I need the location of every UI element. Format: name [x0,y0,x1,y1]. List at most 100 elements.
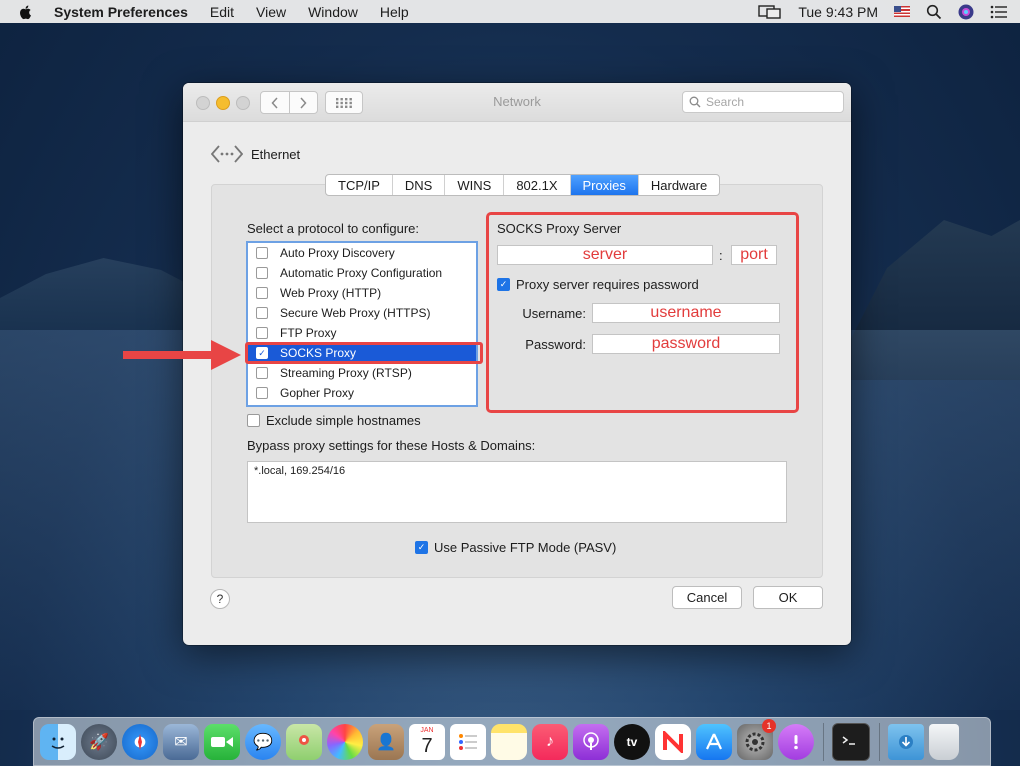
bypass-label: Bypass proxy settings for these Hosts & … [247,438,536,453]
photos-icon[interactable] [327,723,363,760]
red-arrow-annotation [123,340,241,370]
port-separator: : [719,248,723,263]
requires-password-option[interactable]: ✓ Proxy server requires password [497,277,699,292]
passive-ftp-option[interactable]: ✓ Use Passive FTP Mode (PASV) [415,540,616,555]
app-store-a-icon [706,733,722,749]
requires-password-label: Proxy server requires password [516,277,699,292]
passive-ftp-label: Use Passive FTP Mode (PASV) [434,540,617,555]
apple-tv-icon[interactable]: tv [614,723,650,760]
input-source-flag-icon[interactable] [894,6,910,17]
podcast-icon [583,731,599,750]
news-icon[interactable] [655,723,691,760]
menu-view[interactable]: View [256,4,286,20]
search-placeholder: Search [706,95,745,109]
protocol-checkbox[interactable] [256,327,268,339]
protocol-item-secure-web-proxy[interactable]: Secure Web Proxy (HTTPS) [248,303,476,323]
gear-icon [745,732,765,751]
protocol-checkbox[interactable] [256,267,268,279]
tab-bar: TCP/IP DNS WINS 802.1X Proxies Hardware [325,174,721,196]
siri-icon[interactable] [958,4,974,20]
trash-icon[interactable] [929,723,959,760]
notes-icon[interactable] [491,723,527,760]
messages-icon[interactable]: 💬 [245,723,281,760]
downloads-folder-icon[interactable] [888,723,924,760]
socks-server-title: SOCKS Proxy Server [497,221,622,236]
protocol-item-streaming-proxy[interactable]: Streaming Proxy (RTSP) [248,363,476,383]
facetime-icon[interactable] [204,723,240,760]
search-field[interactable]: Search [682,91,844,113]
protocol-label: FTP Proxy [280,326,337,340]
launchpad-icon[interactable]: 🚀 [81,723,117,760]
apple-icon[interactable] [18,4,34,20]
username-field[interactable]: username [592,303,780,323]
podcasts-icon[interactable] [573,723,609,760]
interface-header: Ethernet [211,144,300,164]
protocol-checkbox[interactable] [256,387,268,399]
terminal-icon[interactable] [832,722,870,761]
tab-8021x[interactable]: 802.1X [504,175,571,195]
protocol-item-web-proxy[interactable]: Web Proxy (HTTP) [248,283,476,303]
notification-badge: 1 [762,718,776,733]
protocol-item-auto-discovery[interactable]: Auto Proxy Discovery [248,243,476,263]
menu-help[interactable]: Help [380,4,409,20]
protocol-checkbox[interactable] [256,307,268,319]
protocol-item-gopher-proxy[interactable]: Gopher Proxy [248,383,476,403]
maps-icon[interactable] [286,723,322,760]
exclude-label: Exclude simple hostnames [266,413,421,428]
spotlight-search-icon[interactable] [926,4,942,20]
mail-icon[interactable]: ✉ [163,723,199,760]
tab-tcpip[interactable]: TCP/IP [326,175,393,195]
bypass-hosts-textarea[interactable]: *.local, 169.254/16 [247,461,787,523]
interface-name: Ethernet [251,146,301,162]
protocol-label: Secure Web Proxy (HTTPS) [280,306,431,320]
password-label: Password: [525,337,586,352]
protocol-checkbox[interactable] [256,367,268,379]
requires-password-checkbox[interactable]: ✓ [497,278,510,291]
ethernet-icon [211,145,243,163]
protocol-item-auto-config[interactable]: Automatic Proxy Configuration [248,263,476,283]
map-pin-icon [299,734,309,745]
tab-wins[interactable]: WINS [445,175,505,195]
news-n-icon [663,730,683,753]
menu-app-name[interactable]: System Preferences [54,4,188,20]
tab-proxies[interactable]: Proxies [570,175,639,195]
password-field[interactable]: password [592,334,780,354]
help-button[interactable]: ? [210,589,230,609]
system-preferences-icon[interactable]: 1 [737,718,776,760]
tab-dns[interactable]: DNS [393,175,446,195]
passive-ftp-checkbox[interactable]: ✓ [415,541,428,554]
dock-separator [879,722,880,761]
protocol-list: Auto Proxy Discovery Automatic Proxy Con… [246,241,478,407]
network-window: Network Search Ethernet TCP/IP DNS WINS … [183,83,851,645]
exclamation-icon [794,734,798,749]
menu-bar: System Preferences Edit View Window Help… [0,0,1020,23]
calendar-month: JAN [420,726,434,734]
contacts-icon[interactable]: 👤 [368,723,404,760]
menu-clock[interactable]: Tue 9:43 PM [798,4,878,20]
safari-icon[interactable] [122,723,158,760]
dock-separator [823,722,824,761]
protocol-checkbox[interactable] [256,287,268,299]
proxy-port-field[interactable]: port [731,245,777,265]
exclude-checkbox[interactable] [247,414,260,427]
app-store-icon[interactable] [696,723,732,760]
notification-center-icon[interactable] [990,5,1008,19]
calendar-icon[interactable]: JAN 7 [409,723,445,760]
reminders-icon[interactable] [450,723,486,760]
menu-edit[interactable]: Edit [210,4,234,20]
compass-icon [138,733,142,750]
finder-icon[interactable] [40,723,76,760]
screen-mirroring-icon[interactable] [758,4,782,20]
music-icon[interactable]: ♪ [532,723,568,760]
tab-hardware[interactable]: Hardware [639,175,719,195]
cancel-button[interactable]: Cancel [672,586,742,609]
protocol-item-ftp-proxy[interactable]: FTP Proxy [248,323,476,343]
protocol-checkbox[interactable] [256,247,268,259]
proxy-server-field[interactable]: server [497,245,713,265]
protocol-label: Gopher Proxy [280,386,355,400]
finder-face-icon [51,737,65,749]
ok-button[interactable]: OK [753,586,823,609]
menu-window[interactable]: Window [308,4,358,20]
feedback-assistant-icon[interactable] [778,723,814,760]
exclude-simple-hostnames[interactable]: Exclude simple hostnames [247,413,421,428]
